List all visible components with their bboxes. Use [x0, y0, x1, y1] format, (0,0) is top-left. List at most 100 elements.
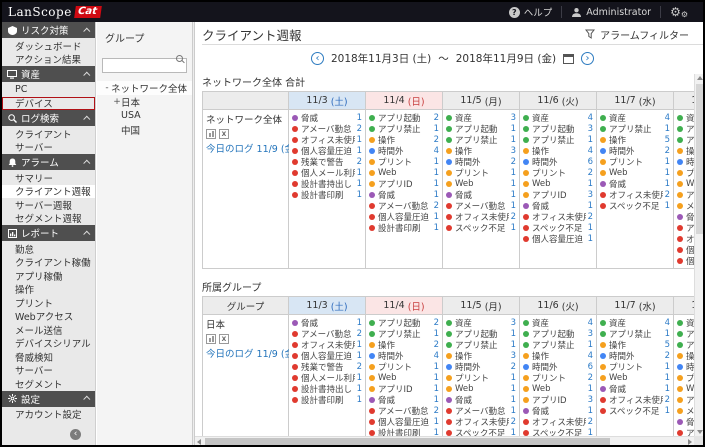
alarm-count[interactable]: 1 [588, 406, 593, 416]
alarm-count[interactable]: 1 [588, 340, 593, 350]
sidebar-item[interactable]: セグメント週報 [2, 212, 95, 225]
excel-export-icon[interactable]: X [219, 334, 229, 344]
sidebar-item[interactable]: アプリ稼働 [2, 269, 95, 283]
alarm-count[interactable]: 1 [588, 201, 593, 211]
alarm-count[interactable]: 1 [588, 179, 593, 189]
alarm-count[interactable]: 1 [511, 201, 516, 211]
sidebar-item[interactable]: アカウント設定 [2, 408, 95, 421]
alarm-count[interactable]: 1 [434, 212, 439, 222]
alarm-count[interactable]: 2 [434, 340, 439, 350]
alarm-count[interactable]: 2 [511, 417, 516, 427]
alarm-count[interactable]: 1 [588, 384, 593, 394]
alarm-count[interactable]: 2 [357, 329, 362, 339]
sidebar-section-header[interactable]: レポート [2, 225, 95, 241]
sidebar-item[interactable]: サーバー週報 [2, 198, 95, 212]
alarm-count[interactable]: 1 [665, 373, 670, 383]
alarm-count[interactable]: 2 [434, 113, 439, 123]
tree-expander-icon[interactable]: - [103, 83, 111, 93]
alarm-count[interactable]: 1 [434, 362, 439, 372]
vertical-scroll-thumb[interactable] [696, 84, 703, 234]
sidebar-item[interactable]: 脅威検知 [2, 350, 95, 364]
alarm-count[interactable]: 1 [434, 223, 439, 233]
sidebar-item[interactable]: 操作 [2, 283, 95, 296]
alarm-count[interactable]: 3 [511, 146, 516, 156]
graph-report-icon[interactable] [206, 334, 216, 344]
alarm-count[interactable]: 2 [588, 168, 593, 178]
user-menu[interactable]: Administrator [562, 2, 660, 22]
alarm-count[interactable]: 1 [665, 168, 670, 178]
group-tree-item[interactable]: + 日本 [97, 95, 192, 109]
alarm-count[interactable]: 2 [434, 135, 439, 145]
scroll-down-arrow[interactable] [697, 430, 703, 434]
group-search-input[interactable] [102, 57, 187, 73]
alarm-count[interactable]: 2 [511, 212, 516, 222]
alarm-count[interactable]: 1 [434, 124, 439, 134]
alarm-count[interactable]: 1 [511, 124, 516, 134]
sidebar-item[interactable]: Webアクセス [2, 310, 95, 323]
alarm-count[interactable]: 2 [357, 157, 362, 167]
help-button[interactable]: ? ヘルプ [500, 2, 562, 22]
alarm-count[interactable]: 1 [511, 179, 516, 189]
horizontal-scrollbar[interactable] [195, 436, 694, 445]
alarm-count[interactable]: 4 [434, 146, 439, 156]
sidebar-item[interactable]: サマリー [2, 171, 95, 185]
alarm-count[interactable]: 1 [511, 329, 516, 339]
alarm-count[interactable]: 2 [665, 190, 670, 200]
alarm-count[interactable]: 3 [511, 113, 516, 123]
alarm-count[interactable]: 1 [357, 351, 362, 361]
sidebar-item[interactable]: セグメント [2, 377, 95, 391]
alarm-count[interactable]: 1 [511, 168, 516, 178]
alarm-count[interactable]: 1 [665, 362, 670, 372]
management-settings-button[interactable]: ⚙ ⚙ [661, 2, 697, 22]
alarm-count[interactable]: 2 [357, 362, 362, 372]
alarm-count[interactable]: 3 [588, 190, 593, 200]
today-log-link[interactable]: 今日のログ 11/9 (金) [206, 141, 298, 155]
alarm-count[interactable]: 2 [588, 417, 593, 427]
alarm-count[interactable]: 2 [588, 212, 593, 222]
sidebar-collapse-button[interactable]: ‹ [70, 429, 81, 440]
prev-week-button[interactable]: ‹ [310, 51, 324, 65]
alarm-count[interactable]: 1 [357, 384, 362, 394]
alarm-count[interactable]: 1 [434, 179, 439, 189]
alarm-count[interactable]: 1 [434, 395, 439, 405]
alarm-count[interactable]: 1 [665, 124, 670, 134]
sidebar-item[interactable]: クライアント週報 [2, 184, 95, 198]
alarm-count[interactable]: 1 [357, 190, 362, 200]
horizontal-scroll-thumb[interactable] [205, 438, 610, 445]
scroll-up-arrow[interactable] [697, 76, 703, 80]
alarm-count[interactable]: 1 [665, 201, 670, 211]
sidebar-section-header[interactable]: アラーム [2, 154, 95, 170]
alarm-count[interactable]: 2 [434, 406, 439, 416]
alarm-count[interactable]: 1 [434, 373, 439, 383]
group-tree-item[interactable]: 中国 [97, 123, 192, 137]
alarm-count[interactable]: 1 [357, 340, 362, 350]
alarm-count[interactable]: 1 [357, 168, 362, 178]
sidebar-section-header[interactable]: ログ検索 [2, 110, 95, 126]
alarm-count[interactable]: 1 [511, 190, 516, 200]
alarm-count[interactable]: 1 [665, 406, 670, 416]
alarm-count[interactable]: 2 [665, 351, 670, 361]
alarm-count[interactable]: 1 [357, 395, 362, 405]
alarm-count[interactable]: 1 [511, 395, 516, 405]
alarm-count[interactable]: 2 [434, 318, 439, 328]
sidebar-item[interactable]: プリント [2, 296, 95, 310]
graph-report-icon[interactable] [206, 129, 216, 139]
alarm-count[interactable]: 1 [665, 179, 670, 189]
alarm-count[interactable]: 1 [434, 190, 439, 200]
sidebar-item[interactable]: サーバー [2, 141, 95, 154]
next-week-button[interactable]: › [581, 51, 595, 65]
tree-expander-icon[interactable]: + [113, 97, 121, 107]
alarm-count[interactable]: 4 [434, 351, 439, 361]
alarm-count[interactable]: 1 [665, 329, 670, 339]
alarm-count[interactable]: 2 [588, 373, 593, 383]
alarm-count[interactable]: 4 [588, 318, 593, 328]
alarm-count[interactable]: 1 [434, 157, 439, 167]
alarm-count[interactable]: 3 [588, 395, 593, 405]
alarm-count[interactable]: 1 [357, 113, 362, 123]
today-log-link[interactable]: 今日のログ 11/9 (金) [206, 346, 298, 360]
alarm-count[interactable]: 1 [357, 318, 362, 328]
sidebar-item[interactable]: デバイスシリアル [2, 337, 95, 350]
alarm-count[interactable]: 1 [665, 384, 670, 394]
alarm-count[interactable]: 6 [588, 362, 593, 372]
calendar-icon[interactable] [563, 53, 575, 64]
